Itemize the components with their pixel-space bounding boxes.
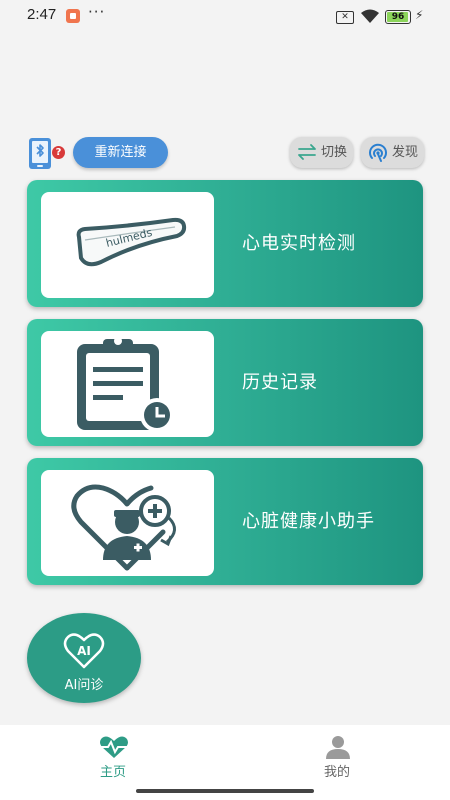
status-time: 2:47 bbox=[27, 6, 57, 23]
heart-pulse-icon bbox=[98, 736, 130, 758]
card-thumbnail bbox=[41, 331, 214, 437]
battery-icon: 96 bbox=[385, 10, 411, 24]
switch-label: 切换 bbox=[321, 145, 348, 160]
doctor-heart-icon bbox=[71, 484, 176, 571]
status-bar: 2:47 ··· ✕ 96 ⚡ bbox=[0, 0, 450, 34]
help-badge[interactable]: ? bbox=[52, 146, 65, 159]
sim-x-icon: ✕ bbox=[336, 11, 354, 24]
ai-consult-label: AI问诊 bbox=[64, 678, 104, 693]
ecg-patch-device-icon: hulmeds bbox=[76, 217, 187, 267]
card-title: 心脏健康小助手 bbox=[242, 511, 375, 532]
swap-arrows-icon bbox=[298, 144, 316, 160]
card-title: 心电实时检测 bbox=[242, 233, 356, 254]
signal-scan-icon bbox=[369, 143, 387, 162]
switch-button[interactable]: 切换 bbox=[290, 137, 353, 168]
nav-label-mine: 我的 bbox=[323, 765, 350, 780]
discover-label: 发现 bbox=[392, 145, 419, 160]
card-title: 历史记录 bbox=[242, 372, 318, 393]
bluetooth-device-icon[interactable] bbox=[28, 137, 52, 170]
notification-app-icon bbox=[66, 9, 80, 23]
charging-bolt-icon: ⚡ bbox=[415, 8, 424, 22]
nav-item-home[interactable]: 主页 bbox=[38, 725, 188, 785]
card-thumbnail bbox=[41, 470, 214, 576]
nav-label-home: 主页 bbox=[99, 765, 126, 780]
ai-heart-icon: AI bbox=[63, 633, 105, 669]
clipboard-clock-icon bbox=[77, 337, 174, 432]
battery-level: 96 bbox=[391, 12, 405, 22]
discover-button[interactable]: 发现 bbox=[361, 137, 424, 168]
reconnect-button[interactable]: 重新连接 bbox=[73, 137, 168, 168]
wifi-icon bbox=[361, 9, 379, 23]
card-history[interactable]: 历史记录 bbox=[27, 319, 423, 446]
more-notifications-icon: ··· bbox=[88, 3, 106, 21]
ai-badge-text: AI bbox=[77, 644, 91, 658]
home-indicator[interactable] bbox=[136, 789, 314, 793]
card-heart-assistant[interactable]: 心脏健康小助手 bbox=[27, 458, 423, 585]
nav-item-mine[interactable]: 我的 bbox=[262, 725, 412, 785]
user-icon bbox=[326, 736, 350, 759]
card-thumbnail: hulmeds bbox=[41, 192, 214, 298]
card-ecg-realtime[interactable]: hulmeds 心电实时检测 bbox=[27, 180, 423, 307]
ai-consult-button[interactable]: AI AI问诊 bbox=[27, 613, 141, 703]
